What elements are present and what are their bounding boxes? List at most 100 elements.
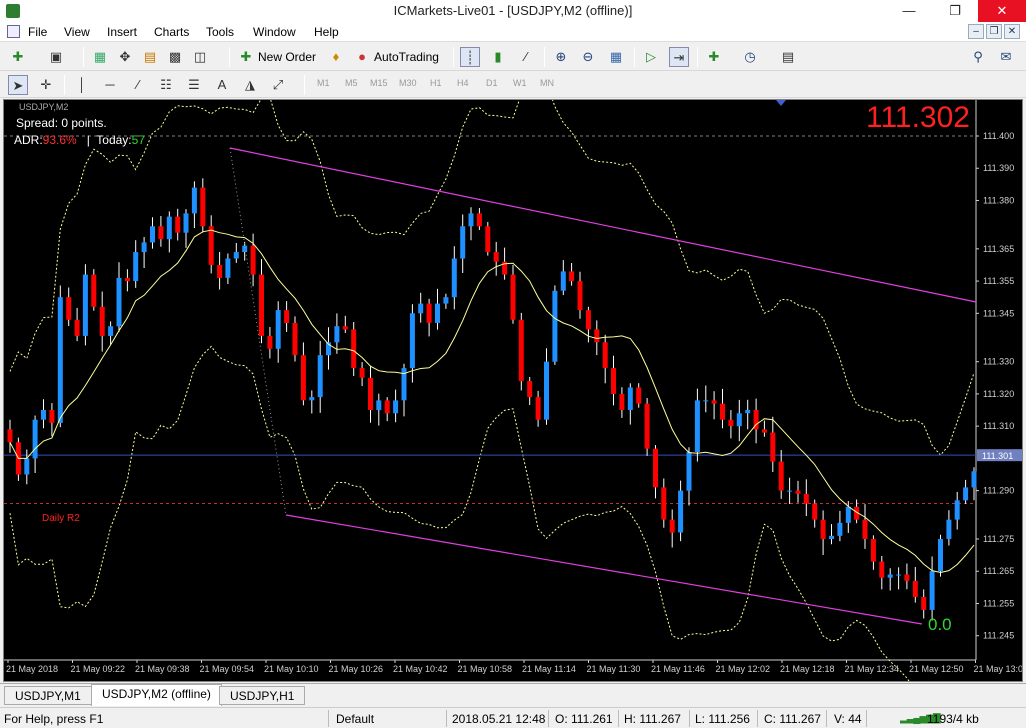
navigator-icon[interactable]: ✥ — [115, 47, 135, 67]
candle-body — [435, 303, 440, 323]
candle-body — [225, 258, 231, 278]
candlestick-icon[interactable]: ▮ — [488, 47, 508, 67]
tile-windows-icon[interactable]: ▦ — [606, 47, 626, 67]
candle-body — [183, 213, 189, 233]
metaeditor-icon[interactable]: ♦ — [326, 47, 346, 67]
status-profile[interactable]: Default — [336, 712, 374, 726]
candle-body — [66, 297, 72, 320]
candle-body — [91, 274, 97, 307]
mdi-restore-button[interactable]: ❐ — [986, 24, 1002, 39]
time-tick-label: 21 May 09:22 — [71, 664, 126, 674]
timeframe-m30[interactable]: M30 — [399, 78, 417, 88]
templates-icon[interactable]: ▤ — [778, 47, 798, 67]
equidistant-channel-icon[interactable]: ☷ — [156, 75, 176, 95]
mdi-close-button[interactable]: ✕ — [1004, 24, 1020, 39]
data-window-icon[interactable]: ▤ — [140, 47, 160, 67]
price-tick-label: 111.290 — [983, 486, 1014, 496]
menu-window[interactable]: Window — [253, 25, 296, 39]
menu-help[interactable]: Help — [314, 25, 339, 39]
candle-body — [736, 413, 742, 427]
candle-body — [309, 397, 315, 401]
cursor-icon[interactable]: ➤ — [8, 75, 28, 95]
time-tick-label: 21 May 10:42 — [393, 664, 448, 674]
candle-body — [418, 303, 424, 314]
minimize-button[interactable]: — — [886, 0, 932, 22]
channel-lower-line — [285, 514, 923, 625]
close-button[interactable]: ✕ — [978, 0, 1026, 22]
timeframe-w1[interactable]: W1 — [513, 78, 527, 88]
lower-band — [9, 345, 910, 681]
profiles-icon[interactable]: ▣ — [46, 47, 66, 67]
timeframe-m5[interactable]: M5 — [345, 78, 358, 88]
text-tool-icon[interactable]: A — [212, 75, 232, 95]
candle-body — [451, 258, 457, 298]
maximize-button[interactable]: ❐ — [932, 0, 978, 22]
new-chart-icon[interactable]: ✚ — [8, 47, 28, 67]
candle-body — [409, 313, 415, 369]
candle-body — [359, 368, 365, 378]
zoom-out-icon[interactable]: ⊖ — [578, 47, 598, 67]
timeframe-h4[interactable]: H4 — [457, 78, 469, 88]
chart-window[interactable]: 111.400 111.390 111.380 111.365 111.355 111.3… — [3, 99, 1023, 682]
timeframe-mn[interactable]: MN — [540, 78, 554, 88]
search-icon[interactable]: ⚲ — [968, 47, 988, 67]
candle-body — [619, 393, 625, 410]
timeframe-m15[interactable]: M15 — [370, 78, 388, 88]
status-datetime: 2018.05.21 12:48 — [452, 712, 546, 726]
candle-body — [929, 571, 935, 610]
autotrading-button[interactable]: AutoTrading — [374, 50, 439, 64]
fibonacci-icon[interactable]: ☰ — [184, 75, 204, 95]
status-separator — [826, 710, 827, 727]
menu-file[interactable]: File — [28, 25, 47, 39]
candle-body — [862, 519, 868, 539]
indicators-icon[interactable]: ✚ — [704, 47, 724, 67]
menu-view[interactable]: View — [64, 25, 90, 39]
arrows-icon[interactable]: ⤢ — [268, 75, 288, 95]
crosshair-icon[interactable]: ✛ — [36, 75, 56, 95]
timeframe-h1[interactable]: H1 — [430, 78, 442, 88]
chart-shift-icon[interactable]: ▷ — [641, 47, 661, 67]
candle-body — [686, 452, 692, 491]
periods-clock-icon[interactable]: ◷ — [740, 47, 760, 67]
line-chart-icon[interactable]: ∕ — [516, 47, 536, 67]
price-tick-label: 111.390 — [983, 163, 1014, 173]
candle-body — [242, 245, 248, 252]
time-tick-label: 21 May 11:30 — [587, 664, 641, 674]
autotrading-icon[interactable]: ● — [352, 47, 372, 67]
timeframe-m1[interactable]: M1 — [317, 78, 330, 88]
new-order-button[interactable]: New Order — [258, 50, 316, 64]
price-tick-label: 111.275 — [983, 534, 1014, 544]
status-separator — [757, 710, 758, 727]
tab-usdjpy-m1[interactable]: USDJPY,M1 — [4, 686, 92, 705]
trendline-icon[interactable]: ∕ — [128, 75, 148, 95]
vertical-line-icon[interactable]: │ — [72, 75, 92, 95]
candle-body — [485, 226, 491, 253]
bar-chart-icon[interactable]: ┊ — [460, 47, 480, 67]
chat-icon[interactable]: ✉ — [996, 47, 1016, 67]
candle-body — [661, 487, 667, 520]
menu-charts[interactable]: Charts — [154, 25, 189, 39]
autoscroll-icon[interactable]: ⇥ — [669, 47, 689, 67]
mdi-minimize-button[interactable]: – — [968, 24, 984, 39]
candle-body — [116, 277, 122, 327]
tab-usdjpy-h1[interactable]: USDJPY,H1 — [219, 686, 306, 705]
chart-window-icon[interactable] — [7, 25, 20, 38]
price-chart[interactable]: 111.400 111.390 111.380 111.365 111.355 111.3… — [4, 100, 1023, 682]
fibonacci-zero-label: 0.0 — [928, 615, 952, 634]
tab-usdjpy-m2-offline[interactable]: USDJPY,M2 (offline) — [91, 684, 222, 706]
time-tick-label: 21 May 12:02 — [716, 664, 771, 674]
status-high: H: 111.267 — [624, 712, 681, 726]
horizontal-line-icon[interactable]: ─ — [100, 75, 120, 95]
timeframe-d1[interactable]: D1 — [486, 78, 498, 88]
market-watch-icon[interactable]: ▦ — [90, 47, 110, 67]
zoom-in-icon[interactable]: ⊕ — [551, 47, 571, 67]
menu-insert[interactable]: Insert — [107, 25, 137, 39]
status-separator — [689, 710, 690, 727]
terminal-icon[interactable]: ▩ — [165, 47, 185, 67]
candle-body — [795, 490, 801, 494]
text-label-icon[interactable]: ◮ — [240, 75, 260, 95]
strategy-tester-icon[interactable]: ◫ — [190, 47, 210, 67]
new-order-icon[interactable]: ✚ — [236, 47, 256, 67]
menu-tools[interactable]: Tools — [206, 25, 234, 39]
candle-body — [912, 580, 918, 597]
